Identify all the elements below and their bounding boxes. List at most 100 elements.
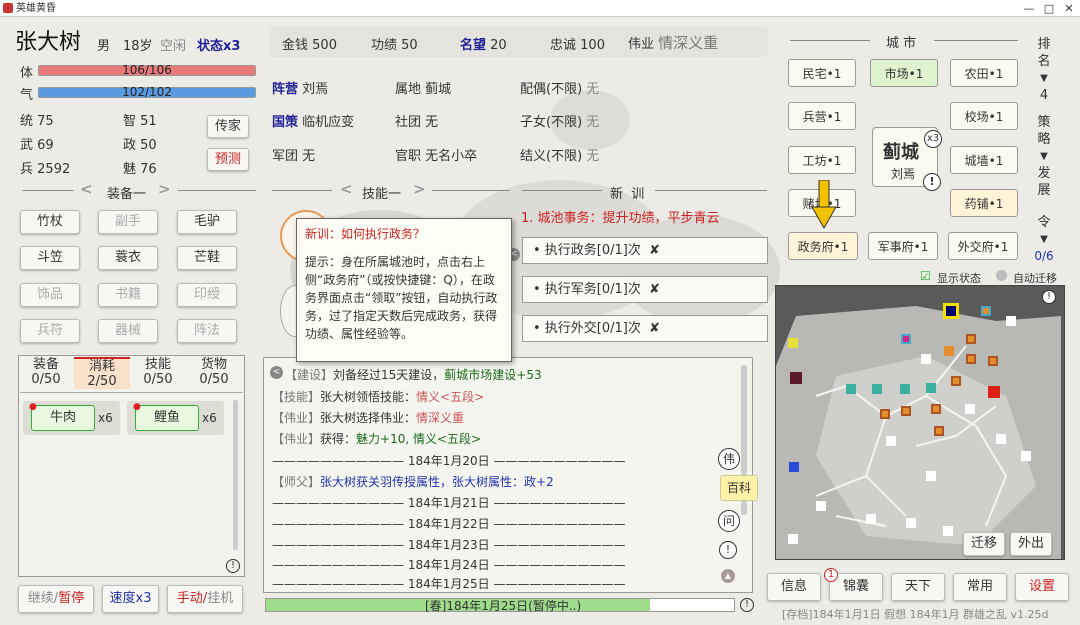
equip-slot-book[interactable]: 书籍 (98, 283, 158, 307)
map-city[interactable] (880, 409, 890, 419)
minimize-icon[interactable]: — (1020, 0, 1038, 17)
equip-slot-accessory[interactable]: 饰品 (20, 283, 80, 307)
equip-slot-shoes[interactable]: 芒鞋 (177, 246, 237, 270)
common-button[interactable]: 常用 (953, 573, 1007, 601)
help-icon[interactable]: ! (740, 598, 754, 612)
policy-field[interactable]: 国策 临机应变 (272, 111, 354, 130)
order-panel[interactable]: 令 ▼ 0/6 (1030, 214, 1058, 265)
map-city[interactable] (988, 386, 1000, 398)
map-city[interactable] (951, 376, 961, 386)
map-city[interactable] (901, 334, 911, 344)
speed-button[interactable]: 速度x3 (102, 585, 159, 613)
map-city-current[interactable] (943, 303, 959, 319)
map-city[interactable] (900, 384, 910, 394)
item-beef[interactable]: 牛肉 (31, 405, 95, 431)
map-city[interactable] (872, 384, 882, 394)
map-city[interactable] (965, 404, 975, 414)
map-city[interactable] (1021, 451, 1031, 461)
prev-skill-icon[interactable]: < (340, 180, 353, 198)
map-city[interactable] (926, 471, 936, 481)
equip-slot-seal[interactable]: 印绶 (177, 283, 237, 307)
info-button[interactable]: 信息 (767, 573, 821, 601)
radio-icon[interactable] (996, 270, 1007, 281)
faction-field[interactable]: 阵营 刘焉 (272, 78, 328, 97)
map-city[interactable] (981, 306, 991, 316)
map-city[interactable] (996, 434, 1006, 444)
map-help-icon[interactable]: ! (1042, 290, 1056, 304)
map-city[interactable] (790, 372, 802, 384)
next-skill-icon[interactable]: > (413, 180, 426, 198)
map-city[interactable] (788, 534, 798, 544)
close-icon[interactable]: ✕ (1060, 0, 1078, 17)
map-city[interactable] (788, 338, 798, 348)
move-button[interactable]: 迁移 (963, 532, 1005, 556)
map-city[interactable] (921, 354, 931, 364)
equip-slot-hat[interactable]: 斗笠 (20, 246, 80, 270)
mode-button[interactable]: 手动/挂机 (167, 585, 243, 613)
map-city[interactable] (931, 404, 941, 414)
yuce-button[interactable]: 预测 (207, 148, 249, 171)
building-diplomacy[interactable]: 外交府•1 (948, 232, 1018, 260)
achievement-icon[interactable]: 伟 (718, 448, 740, 470)
encyclopedia-button[interactable]: 百科 (720, 475, 758, 501)
equip-slot-offhand[interactable]: 副手 (98, 210, 158, 234)
equip-slot-formation[interactable]: 阵法 (177, 319, 237, 343)
map-city[interactable] (966, 354, 976, 364)
prev-equip-icon[interactable]: < (80, 180, 93, 198)
map-city[interactable] (1006, 316, 1016, 326)
go-out-button[interactable]: 外出 (1010, 532, 1052, 556)
building-government[interactable]: 政务府•1 (788, 232, 858, 260)
alert-icon[interactable]: ! (923, 173, 941, 191)
map-city[interactable] (866, 514, 876, 524)
item-carp[interactable]: 鲤鱼 (135, 405, 199, 431)
building-military[interactable]: 军事府•1 (868, 232, 938, 260)
settings-button[interactable]: 设置 (1015, 573, 1069, 601)
state-badge[interactable]: 状态x3 (197, 35, 240, 54)
map-city[interactable] (901, 406, 911, 416)
inventory-scrollbar[interactable] (233, 400, 238, 550)
building-barracks[interactable]: 兵营•1 (788, 102, 856, 130)
strategy-panel[interactable]: 策略 ▼ 发展 (1034, 114, 1054, 199)
map-city[interactable] (789, 462, 799, 472)
building-minzhai[interactable]: 民宅•1 (788, 59, 856, 87)
building-workshop[interactable]: 工坊•1 (788, 146, 856, 174)
map-city[interactable] (886, 436, 896, 446)
map-city[interactable] (966, 334, 976, 344)
building-wall[interactable]: 城墙•1 (950, 146, 1018, 174)
world-map[interactable]: ! 迁移 外出 (775, 285, 1065, 560)
tab-equipment[interactable]: 装备 0/50 (18, 357, 74, 387)
question-icon[interactable]: 问 (718, 510, 740, 532)
help-icon[interactable]: ! (226, 559, 240, 573)
rank-panel[interactable]: 排名 ▼ 4 (1034, 36, 1054, 104)
map-city[interactable] (988, 356, 998, 366)
alert-icon[interactable]: ! (719, 541, 737, 559)
task-row[interactable]: • 执行军务[0/1]次 ✘ (522, 276, 768, 303)
building-market[interactable]: 市场•1 (870, 59, 938, 87)
maximize-icon[interactable]: □ (1040, 0, 1058, 17)
collapse-log-icon[interactable]: < (270, 366, 283, 379)
scroll-top-icon[interactable]: ▲ (721, 569, 735, 583)
pause-button[interactable]: 继续/暂停 (18, 585, 94, 613)
map-city[interactable] (926, 383, 936, 393)
building-farm[interactable]: 农田•1 (950, 59, 1018, 87)
checkbox-checked-icon[interactable]: ☑ (920, 269, 931, 283)
building-pharmacy[interactable]: 药铺•1 (950, 189, 1018, 217)
map-city[interactable] (943, 526, 953, 536)
next-equip-icon[interactable]: > (158, 180, 171, 198)
equip-slot-armor[interactable]: 蓑衣 (98, 246, 158, 270)
map-city[interactable] (944, 346, 954, 356)
map-city[interactable] (846, 384, 856, 394)
tab-goods[interactable]: 货物 0/50 (186, 357, 242, 387)
equip-slot-device[interactable]: 器械 (98, 319, 158, 343)
equip-slot-mount[interactable]: 毛驴 (177, 210, 237, 234)
task-row[interactable]: • 执行政务[0/1]次 ✘ (522, 237, 768, 264)
chuanjia-button[interactable]: 传家 (207, 115, 249, 138)
equip-slot-token[interactable]: 兵符 (20, 319, 80, 343)
task-row[interactable]: • 执行外交[0/1]次 ✘ (522, 315, 768, 342)
tab-skills[interactable]: 技能 0/50 (130, 357, 186, 387)
map-city[interactable] (934, 426, 944, 436)
equip-slot-weapon[interactable]: 竹杖 (20, 210, 80, 234)
tab-consumables[interactable]: 消耗 2/50 (74, 357, 130, 389)
map-city[interactable] (906, 518, 916, 528)
world-button[interactable]: 天下 (891, 573, 945, 601)
